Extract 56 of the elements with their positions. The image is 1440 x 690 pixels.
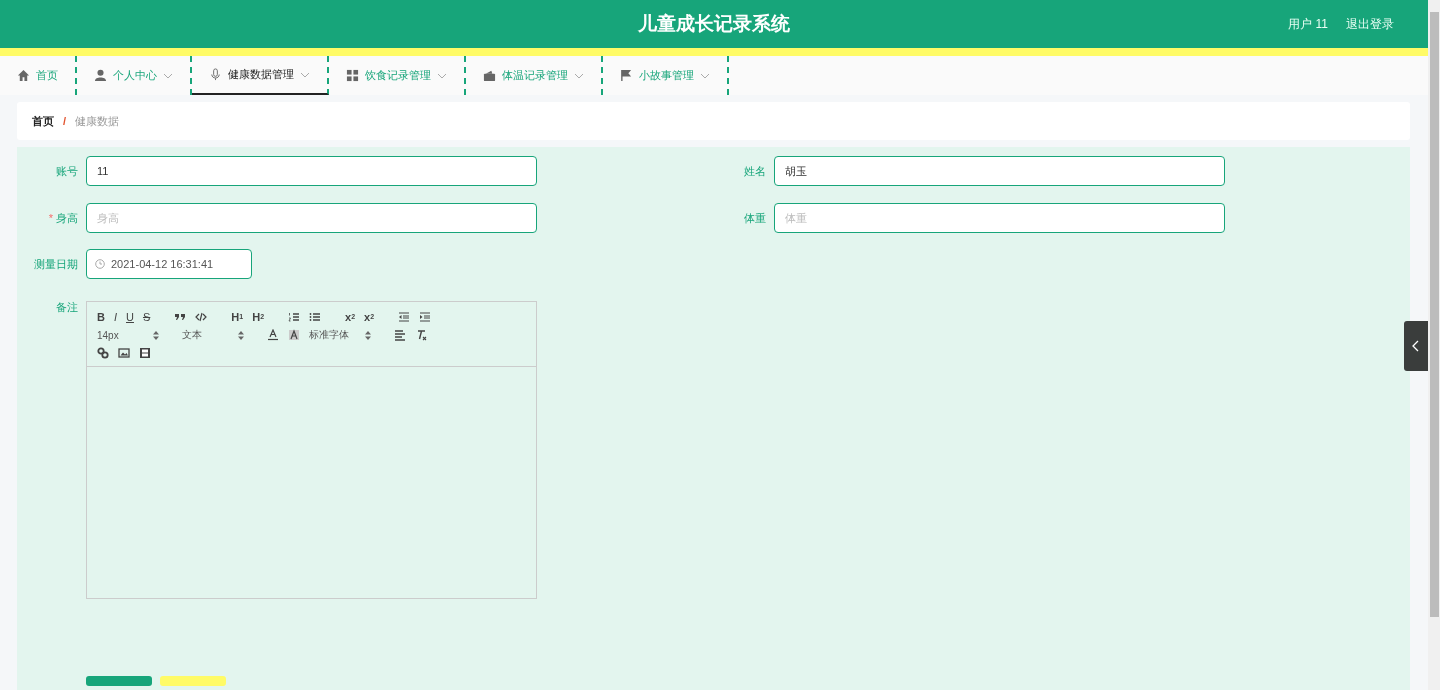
- input-field[interactable]: 体重: [774, 203, 1225, 233]
- breadcrumb-item: 健康数据: [75, 113, 120, 129]
- format-button[interactable]: x$^{2}$: [364, 311, 375, 323]
- updown-icon: [365, 330, 371, 340]
- field-label: 账号: [56, 164, 78, 177]
- align-left-icon[interactable]: [394, 329, 406, 341]
- side-toggle-button[interactable]: [1404, 321, 1428, 371]
- format-button[interactable]: S: [142, 311, 151, 323]
- scrollbar[interactable]: [1428, 0, 1440, 690]
- field-label: 身高: [56, 211, 78, 224]
- code-icon[interactable]: [195, 311, 208, 323]
- input-field[interactable]: 胡玉: [774, 156, 1225, 186]
- quote-icon[interactable]: [174, 311, 187, 323]
- field-label: 体重: [744, 211, 766, 224]
- film-icon[interactable]: [139, 347, 151, 359]
- field-label: 备注: [56, 301, 78, 313]
- bullet-list-icon[interactable]: [309, 311, 322, 323]
- breadcrumb-item[interactable]: 首页: [32, 113, 54, 129]
- nav-tab[interactable]: 健康数据管理: [192, 56, 329, 95]
- indent-icon[interactable]: [419, 311, 432, 323]
- clear-format-icon[interactable]: [415, 329, 427, 341]
- image-icon[interactable]: [118, 347, 130, 359]
- required-mark: *: [48, 211, 53, 224]
- field-label: 姓名: [744, 164, 766, 177]
- wallet-icon: [483, 69, 496, 82]
- flag-icon: [620, 69, 633, 82]
- person-icon: [94, 69, 107, 82]
- input-field[interactable]: 身高: [86, 203, 537, 233]
- text-color-icon[interactable]: [267, 329, 279, 341]
- format-button[interactable]: U: [126, 311, 134, 323]
- grid-icon: [346, 69, 359, 82]
- format-select[interactable]: 14px: [97, 329, 159, 341]
- format-button[interactable]: B: [97, 311, 105, 323]
- highlight-icon[interactable]: [288, 329, 300, 341]
- link-icon[interactable]: [97, 347, 109, 359]
- format-select[interactable]: 文本: [182, 328, 244, 342]
- format-button[interactable]: I: [113, 311, 117, 323]
- app-title: 儿童成长记录系统: [638, 12, 790, 36]
- format-select[interactable]: 标准字体: [309, 328, 371, 342]
- microphone-icon: [209, 68, 222, 81]
- chevron-left-icon: [1412, 340, 1420, 352]
- input-field[interactable]: 11: [86, 156, 537, 186]
- field-label: 测量日期: [34, 257, 78, 270]
- updown-icon: [153, 330, 159, 340]
- date-field[interactable]: 2021-04-12 16:31:41: [86, 249, 252, 279]
- breadcrumb-separator: /: [63, 115, 67, 127]
- home-icon: [17, 69, 30, 82]
- caret-down-icon: [700, 72, 710, 79]
- numbered-list-icon[interactable]: [288, 311, 301, 323]
- user-label: 用户 11: [1288, 16, 1328, 33]
- updown-icon: [238, 330, 244, 340]
- caret-down-icon: [574, 72, 584, 79]
- caret-down-icon: [437, 72, 447, 79]
- clock-icon: [95, 259, 105, 269]
- caret-down-icon: [300, 71, 310, 78]
- caret-down-icon: [163, 72, 173, 79]
